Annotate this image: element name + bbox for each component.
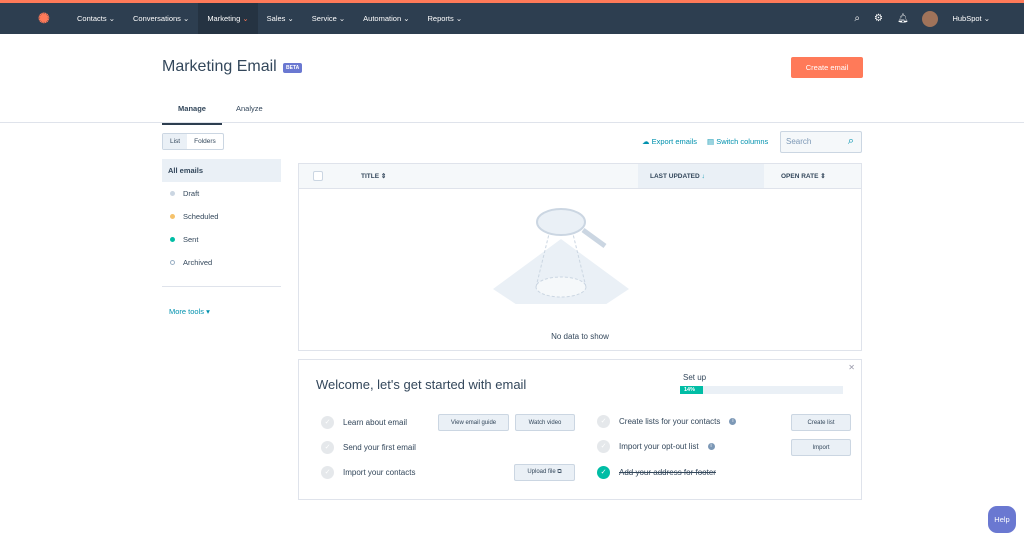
nav-sales[interactable]: Sales ⌄ — [258, 3, 303, 34]
email-table: TITLE ⇕ LAST UPDATED ↓ OPEN RATE ⇕ No da… — [298, 163, 862, 351]
check-icon: ✓ — [597, 415, 610, 428]
close-icon[interactable]: ✕ — [848, 363, 855, 372]
upload-file-button[interactable]: Upload file ⧉ — [514, 464, 575, 481]
create-email-button[interactable]: Create email — [791, 57, 863, 78]
beta-badge: BETA — [283, 63, 303, 73]
task-import-contacts: ✓ Import your contacts — [321, 466, 415, 479]
task-address: ✓ Add your address for footer — [597, 466, 716, 479]
check-icon: ✓ — [597, 466, 610, 479]
bell-icon[interactable]: 🔔︎ — [897, 13, 908, 24]
nav-automation[interactable]: Automation ⌄ — [354, 3, 418, 34]
more-tools-link[interactable]: More tools ▾ — [169, 307, 210, 316]
account-menu[interactable]: HubSpot ⌄ — [952, 14, 990, 23]
top-nav: ✺ Contacts ⌄ Conversations ⌄ Marketing ⌄… — [0, 0, 1024, 34]
search-input[interactable]: Search ⌕ — [780, 131, 862, 153]
nav-contacts[interactable]: Contacts ⌄ — [68, 3, 124, 34]
status-dot — [170, 191, 175, 196]
folders-view-button[interactable]: Folders — [187, 134, 223, 149]
welcome-title: Welcome, let's get started with email — [316, 377, 527, 392]
empty-message: No data to show — [551, 332, 609, 341]
sidebar-item-draft[interactable]: Draft — [162, 182, 281, 205]
sidebar-item-scheduled[interactable]: Scheduled — [162, 205, 281, 228]
view-email-guide-button[interactable]: View email guide — [438, 414, 509, 431]
status-dot — [170, 237, 175, 242]
setup-progress-bar: 14% — [680, 386, 843, 394]
create-list-button[interactable]: Create list — [791, 414, 851, 431]
import-button[interactable]: Import — [791, 439, 851, 456]
column-last-updated[interactable]: LAST UPDATED ↓ — [638, 164, 764, 188]
sidebar-item-all[interactable]: All emails — [162, 159, 281, 182]
sidebar-item-sent[interactable]: Sent — [162, 228, 281, 251]
setup-label: Set up — [683, 373, 707, 382]
search-icon: ⌕ — [847, 135, 854, 147]
info-icon[interactable]: i — [729, 418, 737, 425]
column-open-rate[interactable]: OPEN RATE ⇕ — [781, 172, 826, 180]
check-icon: ✓ — [321, 441, 334, 454]
switch-columns-link[interactable]: ▤ Switch columns — [707, 137, 768, 146]
nav-service[interactable]: Service ⌄ — [303, 3, 354, 34]
check-icon: ✓ — [597, 440, 610, 453]
column-title[interactable]: TITLE ⇕ — [361, 172, 386, 180]
task-create-lists: ✓ Create lists for your contacts i — [597, 415, 737, 428]
watch-video-button[interactable]: Watch video — [515, 414, 575, 431]
check-icon: ✓ — [321, 466, 334, 479]
nav-marketing[interactable]: Marketing ⌄ — [198, 3, 258, 34]
hubspot-logo-icon[interactable]: ✺ — [38, 10, 62, 27]
task-send: ✓ Send your first email — [321, 441, 416, 454]
onboarding-card: Welcome, let's get started with email ✕ … — [298, 359, 862, 500]
nav-reports[interactable]: Reports ⌄ — [419, 3, 472, 34]
status-dot — [170, 214, 175, 219]
page-title: Marketing Email — [162, 58, 277, 75]
sidebar-item-archived[interactable]: Archived — [162, 251, 281, 274]
help-button[interactable]: Help — [988, 506, 1016, 533]
check-icon: ✓ — [321, 416, 334, 429]
task-optout: ✓ Import your opt-out list i — [597, 440, 715, 453]
info-icon[interactable]: i — [707, 443, 715, 450]
divider — [0, 122, 1024, 123]
sidebar: All emails Draft Scheduled Sent Archived — [162, 159, 281, 274]
gear-icon[interactable]: ⚙ — [874, 13, 883, 24]
search-icon[interactable]: ⌕ — [854, 13, 860, 24]
nav-conversations[interactable]: Conversations ⌄ — [124, 3, 198, 34]
avatar[interactable] — [922, 10, 939, 27]
export-emails-link[interactable]: ☁ Export emails — [642, 137, 697, 146]
status-dot — [170, 260, 175, 265]
divider — [162, 286, 281, 287]
list-view-button[interactable]: List — [163, 134, 188, 149]
task-learn: ✓ Learn about email — [321, 416, 407, 429]
empty-state-illustration — [493, 208, 629, 304]
select-all-checkbox[interactable] — [313, 171, 323, 181]
